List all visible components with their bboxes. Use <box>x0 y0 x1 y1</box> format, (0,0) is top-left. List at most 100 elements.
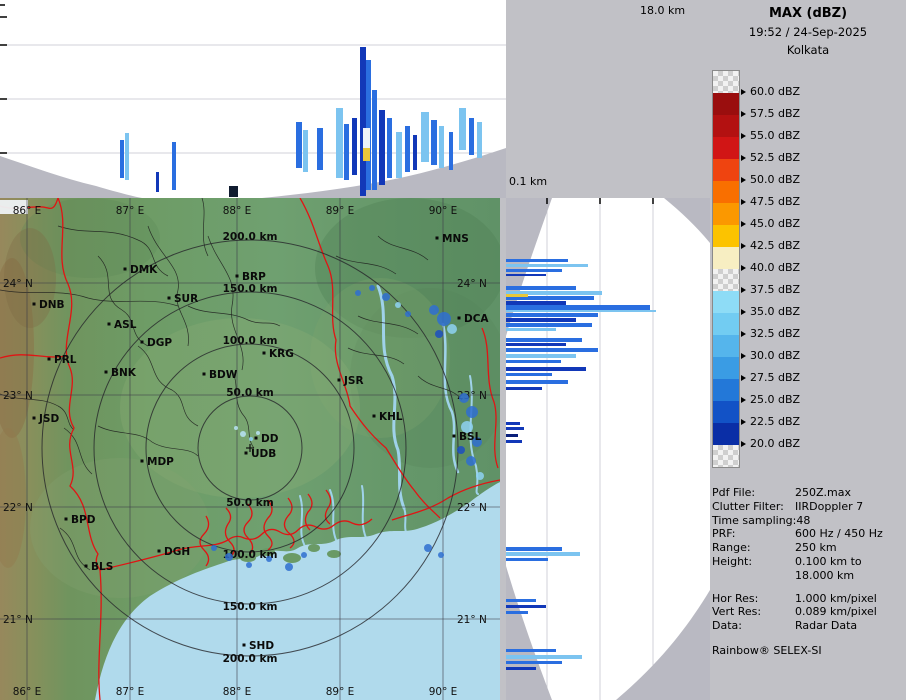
station-label: MDP <box>147 456 174 468</box>
echo-column <box>296 122 302 168</box>
radar-echo <box>266 556 272 562</box>
radar-echo <box>285 563 293 571</box>
scale-label: 22.5 dBZ <box>741 414 800 430</box>
echo-row <box>506 605 546 608</box>
echo-column <box>477 122 482 158</box>
station-marker-dot <box>84 564 88 568</box>
info-label: Height: <box>712 554 753 568</box>
echo-column <box>363 128 370 148</box>
software-brand: Rainbow® SELEX-SI <box>712 644 822 657</box>
echo-row <box>506 667 536 670</box>
longitude-label: 87° E <box>116 205 145 217</box>
echo-column <box>405 126 410 172</box>
info-row: Vert Res: 0.089 km/pixel <box>712 605 904 619</box>
radar-echo <box>369 285 375 291</box>
echo-column <box>156 172 159 192</box>
scale-tick-icon <box>741 265 746 271</box>
longitude-label: 88° E <box>223 686 252 698</box>
echo-row <box>506 367 586 371</box>
echo-row <box>506 649 556 652</box>
colorbar-cell <box>713 291 739 313</box>
info-label: Clutter Filter: <box>712 499 784 513</box>
colorbar-cell <box>713 71 739 93</box>
info-label: Hor Res: <box>712 591 759 605</box>
scale-label: 52.5 dBZ <box>741 150 800 166</box>
latitude-label: 23° N <box>3 390 33 402</box>
station-label: MNS <box>442 233 469 245</box>
info-label: Pdf File: <box>712 486 756 499</box>
echo-column <box>120 140 124 178</box>
station-marker-dot <box>32 416 36 420</box>
map-panel: 86° E 86° E 87° E 87° E 88° E 88° E 89° E 89° E… <box>0 198 500 700</box>
echo-column <box>413 135 417 170</box>
colorbar-cell <box>713 379 739 401</box>
echo-column <box>360 47 366 196</box>
station-label: KHL <box>379 411 403 423</box>
info-value: Radar Data <box>795 619 858 633</box>
scale-label: 50.0 dBZ <box>741 172 800 188</box>
station-label: DGP <box>147 337 172 349</box>
station-marker-dot <box>104 370 108 374</box>
colorbar-cell <box>713 115 739 137</box>
echo-row <box>506 547 562 551</box>
station-marker-dot <box>157 549 161 553</box>
echo-row <box>506 264 588 267</box>
info-value: 18.000 km <box>795 568 855 582</box>
info-row: Pdf File: 250Z.max <box>712 486 904 500</box>
echo-row <box>506 434 518 437</box>
scale-tick-icon <box>741 419 746 425</box>
scale-label: 40.0 dBZ <box>741 260 800 276</box>
longitude-label: 87° E <box>116 686 145 698</box>
scale-tick-icon <box>741 243 746 249</box>
echo-column <box>421 112 429 162</box>
info-value: 0.089 km/pixel <box>795 605 877 619</box>
echo-row <box>506 661 562 664</box>
station-label: PRL <box>54 354 77 366</box>
echo-row <box>506 599 536 602</box>
echo-row <box>506 422 520 425</box>
station-marker-dot <box>202 372 206 376</box>
station-marker-dot <box>32 302 36 306</box>
scale-tick-icon <box>741 111 746 117</box>
station-marker-dot <box>64 517 68 521</box>
radar-echo <box>429 305 439 315</box>
colorbar-cell <box>713 269 739 291</box>
station-label: DCA <box>464 313 489 325</box>
scale-tick-icon <box>741 287 746 293</box>
station-marker-dot <box>140 340 144 344</box>
info-value: 1.000 km/pixel <box>795 591 877 605</box>
station-label: JSR <box>343 375 364 387</box>
echo-column <box>469 118 474 155</box>
scale-label: 57.5 dBZ <box>741 106 800 122</box>
scale-label: 27.5 dBZ <box>741 370 800 386</box>
echo-row <box>506 427 524 430</box>
echo-row <box>506 611 528 614</box>
colorbar-cell <box>713 159 739 181</box>
radar-echo <box>240 431 246 437</box>
range-ring-label: 50.0 km <box>226 387 274 399</box>
latitude-label: 24° N <box>457 278 487 290</box>
scale-tick-icon <box>741 89 746 95</box>
echo-column <box>439 126 444 168</box>
station-label: UDB <box>251 448 276 460</box>
station-marker-dot <box>435 236 439 240</box>
station-label: BRP <box>242 271 266 283</box>
radar-echo <box>466 456 476 466</box>
station-label: DD <box>261 433 279 445</box>
radar-echo <box>435 330 443 338</box>
echo-row <box>506 259 568 262</box>
scale-label: 47.5 dBZ <box>741 194 800 210</box>
echo-row <box>506 387 542 390</box>
station-marker-dot <box>107 322 111 326</box>
latitude-label: 21° N <box>3 614 33 626</box>
scale-label: 55.0 dBZ <box>741 128 800 144</box>
radar-echo <box>476 472 484 480</box>
longitude-label: 89° E <box>326 686 355 698</box>
station-label: BNK <box>111 367 137 379</box>
station-label: BSL <box>459 431 482 443</box>
longitude-label: 86° E <box>13 686 42 698</box>
info-label: Range: <box>712 541 751 555</box>
echo-column <box>372 90 377 190</box>
info-label: Vert Res: <box>712 605 762 619</box>
station-marker-dot <box>337 378 341 382</box>
